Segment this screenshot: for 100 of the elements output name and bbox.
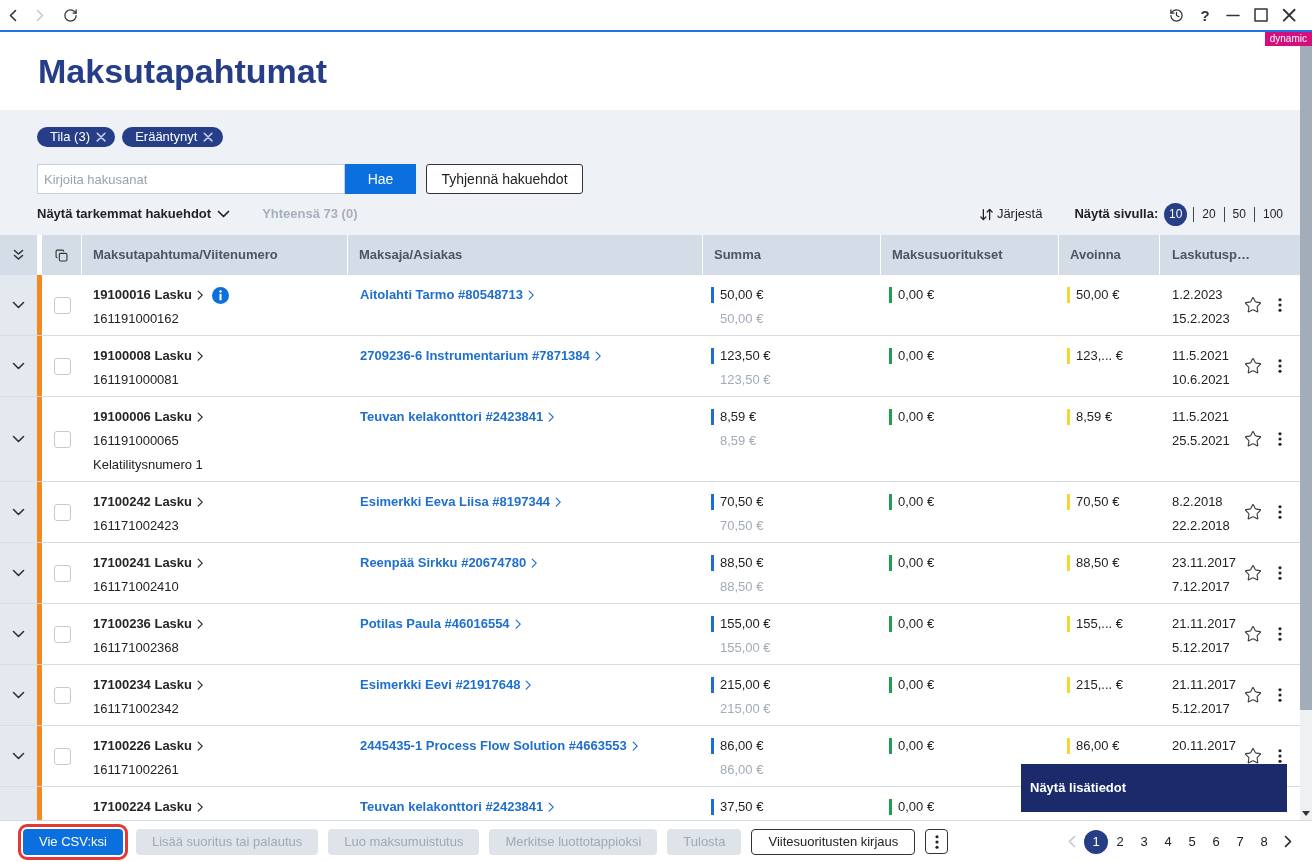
checkbox[interactable] [53,747,71,765]
invoice-link[interactable]: 19100006 Lasku [93,407,204,427]
page-button[interactable]: 3 [1132,829,1156,854]
kebab-menu-icon[interactable] [1278,359,1282,373]
checkbox[interactable] [53,503,71,521]
search-button[interactable]: Hae [345,164,416,194]
chevron-down-icon[interactable] [12,435,25,443]
star-icon[interactable] [1244,430,1262,448]
clear-filters-button[interactable]: Tyhjennä hakuehdot [426,164,583,194]
star-icon[interactable] [1244,564,1262,582]
payer-link[interactable]: Esimerkki Eeva Liisa #8197344 [360,492,562,512]
kebab-menu-icon[interactable] [1278,432,1282,446]
invoice-link[interactable]: 19100016 Lasku [93,285,204,305]
scroll-down-arrow-icon[interactable] [1302,811,1310,816]
column-header: Maksaja/Asiakas [359,246,463,265]
star-icon[interactable] [1244,503,1262,521]
page-size-option[interactable]: 100 [1260,202,1285,226]
chevron-right-icon[interactable] [197,740,204,752]
chevron-down-icon[interactable] [12,569,25,577]
payer-link[interactable]: Aitolahti Tarmo #80548713 [360,285,535,305]
star-icon[interactable] [1244,686,1262,704]
star-icon[interactable] [1244,625,1262,643]
checkbox[interactable] [53,686,71,704]
checkbox[interactable] [53,296,71,314]
sort-icon[interactable] [978,206,994,222]
advanced-search-toggle[interactable]: Näytä tarkemmat hakuehdot [37,204,231,224]
page-button[interactable]: 5 [1180,829,1204,854]
maximize-icon[interactable] [1253,8,1268,22]
payer-link[interactable]: Reenpää Sirkku #20674780 [360,553,538,573]
checkbox[interactable] [53,430,71,448]
scrollbar[interactable] [1300,46,1312,820]
double-chevron-down-icon[interactable] [13,249,24,261]
payer-link[interactable]: Teuvan kelakonttori #2423841 [360,797,555,817]
close-icon[interactable] [1281,7,1296,23]
kebab-menu-icon[interactable] [1278,688,1282,702]
page-button[interactable]: 8 [1252,829,1276,854]
chevron-down-icon[interactable] [12,508,25,516]
kebab-menu-icon[interactable] [1278,298,1282,312]
star-icon[interactable] [1244,357,1262,375]
info-icon[interactable] [212,286,230,304]
invoice-link[interactable]: 17100241 Lasku [93,553,204,573]
chevron-down-icon[interactable] [217,210,231,218]
page-size-option[interactable]: 10 [1164,202,1188,226]
kebab-menu-icon[interactable] [1278,566,1282,580]
chevron-down-icon[interactable] [12,752,25,760]
kebab-menu-icon[interactable] [1278,505,1282,519]
search-field[interactable]: Kirjoita hakusanat [37,164,345,194]
help-button[interactable]: ? [1198,7,1212,23]
invoice-link[interactable]: 17100242 Lasku [93,492,204,512]
star-icon[interactable] [1244,747,1262,765]
invoice-link[interactable]: 17100234 Lasku [93,675,204,695]
chevron-down-icon[interactable] [12,691,25,699]
kebab-menu-icon[interactable] [1278,627,1282,641]
star-icon[interactable] [1244,296,1262,314]
page-button[interactable]: 2 [1108,829,1132,854]
chevron-right-icon[interactable] [197,350,204,362]
chevron-right-icon[interactable] [197,496,204,508]
minimize-icon[interactable] [1225,13,1240,17]
payer-link[interactable]: 2709236-6 Instrumentarium #7871384 [360,346,602,366]
checkbox[interactable] [53,564,71,582]
filter-chip[interactable]: Erääntynyt [122,127,223,147]
remove-icon[interactable] [203,131,214,143]
page-button[interactable]: 1 [1084,829,1108,854]
invoice-link[interactable]: 17100236 Lasku [93,614,204,634]
chevron-down-icon[interactable] [12,362,25,370]
filter-chip[interactable]: Tila (3) [37,127,116,147]
chevron-right-icon[interactable] [197,801,204,813]
chevron-right-icon[interactable] [197,557,204,569]
stacked-squares-icon[interactable] [55,248,68,262]
reload-icon[interactable] [63,7,78,23]
page-button[interactable]: 4 [1156,829,1180,854]
chevron-right-icon[interactable] [197,618,204,630]
page-size-option[interactable]: 20 [1200,202,1218,226]
checkbox[interactable] [53,357,71,375]
page-button[interactable]: 7 [1228,829,1252,854]
chevron-right-icon[interactable] [197,679,204,691]
checkbox[interactable] [53,625,71,643]
chevron-right-icon[interactable] [197,411,204,423]
payer-link[interactable]: Teuvan kelakonttori #2423841 [360,407,555,427]
chevron-down-icon[interactable] [12,301,25,309]
chevron-down-icon[interactable] [12,630,25,638]
kebab-menu-icon[interactable] [1278,749,1282,763]
payer-link[interactable]: 2445435-1 Process Flow Solution #4663553 [360,736,639,756]
invoice-link[interactable]: 17100224 Lasku [93,797,204,817]
chevron-right-icon[interactable] [197,289,204,301]
payer-link[interactable]: Potilas Paula #46016554 [360,614,521,634]
next-page-icon[interactable] [1284,835,1292,848]
back-icon[interactable] [9,8,17,22]
sort-button[interactable]: Järjestä [978,204,1043,224]
payer-link[interactable]: Esimerkki Eevi #21917648 [360,675,532,695]
invoice-link[interactable]: 17100226 Lasku [93,736,204,756]
reference-number: 161171002342 [93,700,179,719]
page-size-option[interactable]: 50 [1230,202,1248,226]
invoice-link[interactable]: 19100008 Lasku [93,346,204,366]
page-button[interactable]: 6 [1204,829,1228,854]
original-amount-text: 8,59 € [720,432,757,451]
toolbar-button[interactable]: Viitesuoritusten kirjaus [751,828,916,855]
remove-icon[interactable] [95,131,107,143]
more-button[interactable] [925,829,949,854]
history-icon[interactable] [1169,7,1185,23]
